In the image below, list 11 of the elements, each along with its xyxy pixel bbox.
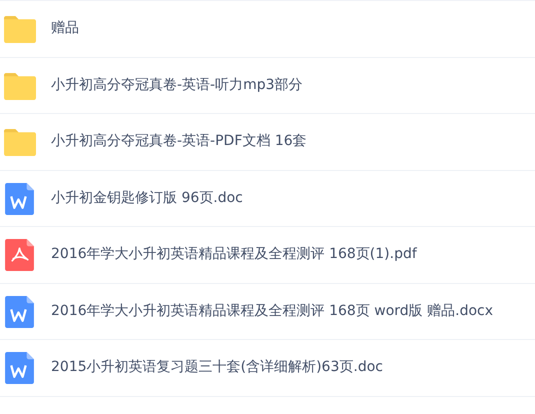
file-name[interactable]: 小升初金钥匙修订版 96页.doc <box>51 188 243 209</box>
word-document-icon <box>3 294 36 328</box>
file-name[interactable]: 小升初高分夺冠真卷-英语-PDF文档 16套 <box>51 131 307 152</box>
word-document-icon <box>3 351 36 384</box>
word-document-icon <box>3 182 36 215</box>
file-name[interactable]: 小升初高分夺冠真卷-英语-听力mp3部分 <box>51 74 303 96</box>
pdf-document-icon <box>3 238 36 272</box>
file-name[interactable]: 赠品 <box>51 18 79 40</box>
file-name[interactable]: 2016年学大小升初英语精品课程及全程测评 168页 word版 赠品.docx <box>51 300 493 322</box>
file-name[interactable]: 2015小升初英语复习题三十套(含详细解析)63页.doc <box>51 357 383 378</box>
file-name[interactable]: 2016年学大小升初英语精品课程及全程测评 168页(1).pdf <box>51 244 417 266</box>
